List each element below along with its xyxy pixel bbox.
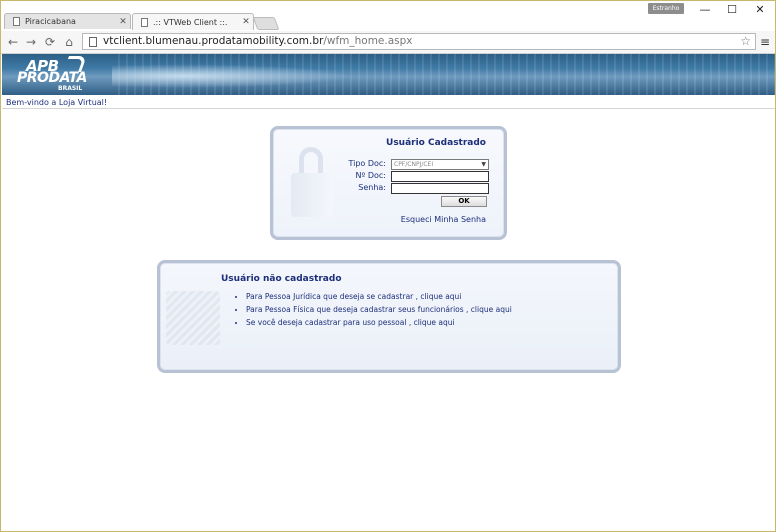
keyboard-icon — [166, 291, 220, 345]
num-doc-label: Nº Doc: — [355, 171, 386, 180]
maximize-button[interactable]: ☐ — [718, 1, 746, 19]
divider — [2, 108, 775, 109]
close-icon[interactable]: ✕ — [239, 17, 253, 27]
register-item-pessoa-juridica[interactable]: Para Pessoa Jurídica que deseja se cadas… — [246, 292, 512, 301]
close-icon[interactable]: ✕ — [116, 17, 130, 27]
register-panel: Usuário não cadastrado Para Pessoa Juríd… — [157, 260, 621, 373]
page-icon — [89, 37, 97, 47]
new-tab-button[interactable] — [252, 17, 280, 30]
guest-badge[interactable]: Estranho — [648, 3, 684, 14]
menu-icon[interactable]: ≡ — [759, 35, 771, 49]
ok-button[interactable]: OK — [441, 196, 487, 207]
login-panel: Usuário Cadastrado Tipo Doc: CPF/CNPJ/CE… — [270, 126, 507, 240]
url-host: vtclient.blumenau.prodatamobility.com.br — [103, 35, 324, 47]
register-title: Usuário não cadastrado — [221, 274, 342, 284]
apb-prodata-logo: APB PRODATA BRASIL — [17, 56, 87, 92]
num-doc-input[interactable] — [391, 171, 489, 182]
minimize-button[interactable]: — — [691, 1, 719, 19]
register-options: Para Pessoa Jurídica que deseja se cadas… — [234, 292, 512, 331]
reload-icon[interactable]: ⟳ — [42, 34, 58, 50]
header-banner: APB PRODATA BRASIL — [2, 54, 775, 95]
register-item-uso-pessoal[interactable]: Se você deseja cadastrar para uso pessoa… — [246, 318, 512, 327]
back-arrow-icon[interactable]: ← — [5, 34, 21, 50]
url-path: /wfm_home.aspx — [323, 35, 413, 47]
home-icon[interactable]: ⌂ — [61, 34, 77, 50]
page-icon — [13, 17, 20, 26]
welcome-text: Bem-vindo a Loja Virtual! — [6, 98, 108, 107]
forgot-password-link[interactable]: Esqueci Minha Senha — [401, 215, 486, 224]
tipo-doc-select[interactable]: CPF/CNPJ/CEI ▼ — [391, 159, 489, 170]
register-item-pessoa-fisica[interactable]: Para Pessoa Física que deseja cadastrar … — [246, 305, 512, 314]
login-title: Usuário Cadastrado — [386, 138, 486, 148]
senha-label: Senha: — [358, 183, 386, 192]
senha-input[interactable] — [391, 183, 489, 194]
tab-label: .:: VTWeb Client ::. — [153, 17, 228, 27]
browser-toolbar: ← → ⟳ ⌂ vtclient.blumenau.prodatamobilit… — [1, 31, 775, 54]
page-icon — [141, 17, 148, 27]
close-window-button[interactable]: ✕ — [746, 1, 774, 19]
tipo-doc-label: Tipo Doc: — [348, 159, 386, 168]
chevron-down-icon: ▼ — [481, 161, 486, 168]
address-bar[interactable]: vtclient.blumenau.prodatamobility.com.br… — [82, 33, 756, 50]
title-bar: Piracicabana ✕ .:: VTWeb Client ::. ✕ Es… — [1, 1, 775, 31]
forward-arrow-icon[interactable]: → — [23, 34, 39, 50]
tab-vtweb-client[interactable]: .:: VTWeb Client ::. ✕ — [132, 13, 254, 30]
tab-piracicabana[interactable]: Piracicabana ✕ — [4, 13, 131, 29]
star-icon[interactable]: ☆ — [740, 34, 751, 49]
browser-window: Piracicabana ✕ .:: VTWeb Client ::. ✕ Es… — [0, 0, 776, 532]
tab-label: Piracicabana — [25, 17, 76, 26]
